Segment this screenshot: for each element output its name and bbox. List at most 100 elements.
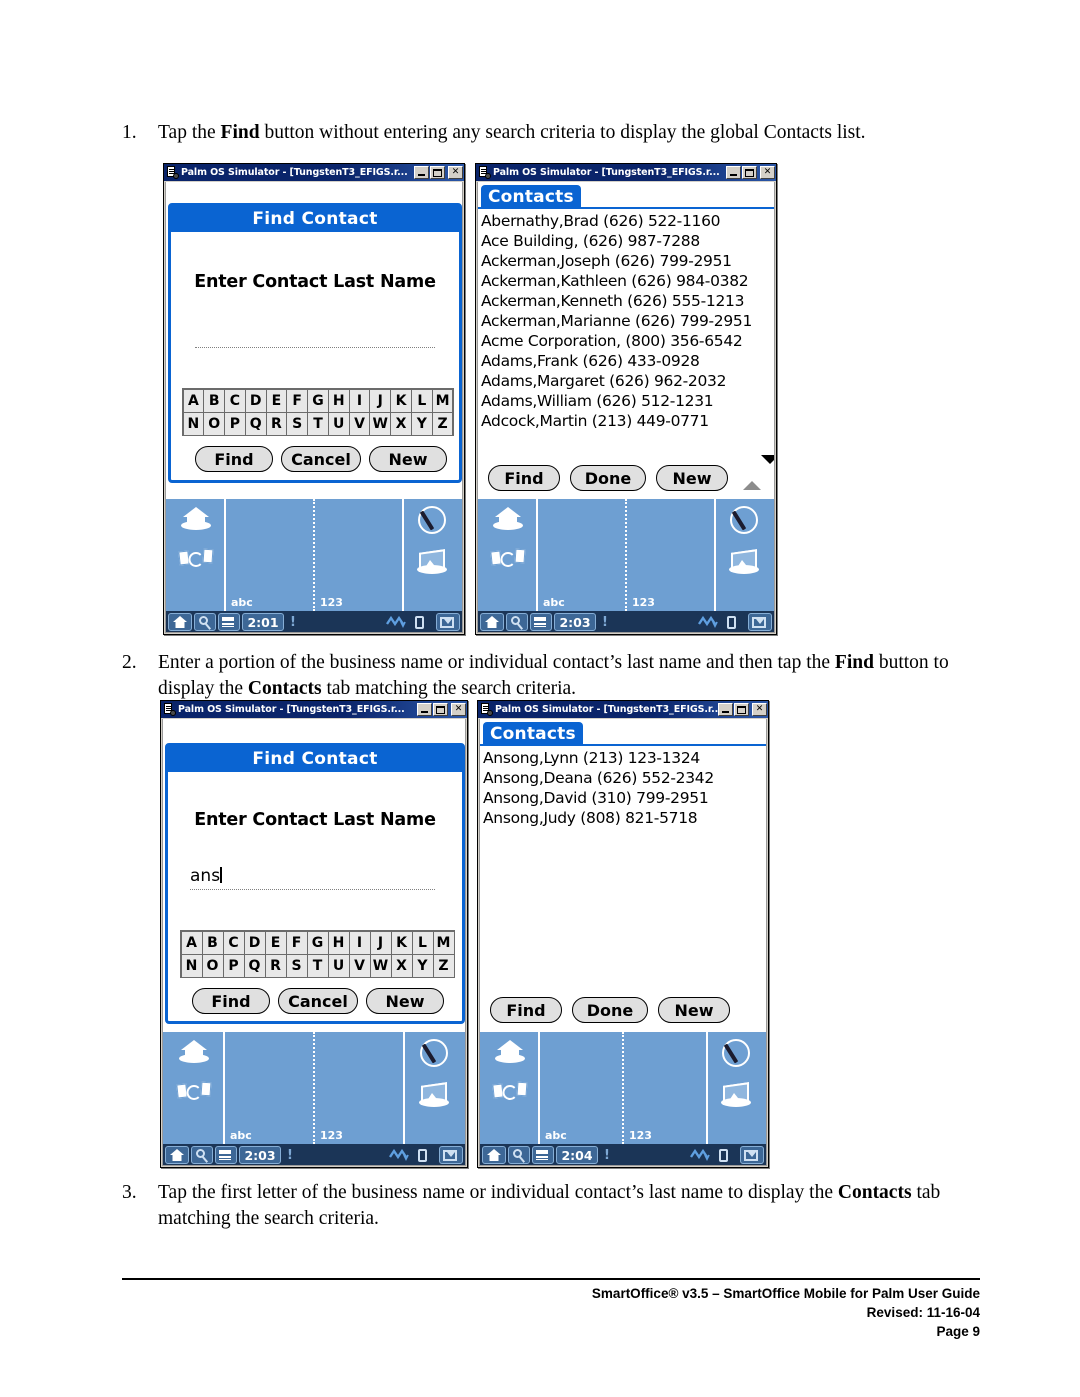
graffiti-left-icons[interactable] — [163, 1032, 225, 1144]
key-b[interactable]: B — [203, 388, 226, 413]
list-scroll-arrows[interactable] — [743, 455, 774, 490]
find-button[interactable]: Find — [195, 446, 273, 472]
stylus-icon[interactable] — [722, 1039, 752, 1069]
sync-icon[interactable] — [490, 548, 526, 569]
status-alert-icon[interactable]: ! — [283, 1146, 297, 1164]
key-v[interactable]: V — [348, 953, 371, 978]
key-y[interactable]: Y — [410, 411, 433, 436]
home-icon[interactable] — [494, 1040, 526, 1064]
key-w[interactable]: W — [369, 411, 392, 436]
contact-row[interactable]: Ackerman,Kenneth (626) 555-1213 — [478, 292, 774, 312]
key-g[interactable]: G — [307, 388, 329, 413]
graffiti-writing-area[interactable]: abc 123 — [226, 499, 402, 611]
graffiti-writing-area[interactable]: abc 123 — [540, 1032, 706, 1144]
contact-row[interactable]: Ackerman,Marianne (626) 799-2951 — [478, 312, 774, 332]
status-alert-icon[interactable]: ! — [598, 613, 612, 631]
key-g[interactable]: G — [306, 930, 329, 955]
graffiti-left-icons[interactable] — [478, 499, 538, 611]
status-home-icon[interactable] — [482, 1146, 506, 1164]
key-i[interactable]: I — [348, 388, 371, 413]
key-b[interactable]: B — [201, 930, 224, 955]
key-p[interactable]: P — [224, 411, 246, 436]
contact-name-input[interactable] — [190, 888, 435, 890]
key-q[interactable]: Q — [244, 411, 267, 436]
graffiti-abc-zone[interactable]: abc — [226, 499, 315, 611]
status-menu-icon[interactable] — [218, 613, 240, 631]
key-v[interactable]: V — [348, 411, 371, 436]
graffiti-number-zone[interactable]: 123 — [315, 499, 402, 611]
close-button[interactable]: ✕ — [760, 166, 775, 179]
maximize-button[interactable] — [742, 166, 757, 179]
contact-row[interactable]: Acme Corporation, (800) 356-6542 — [478, 332, 774, 352]
new-button[interactable]: New — [658, 997, 730, 1023]
contact-name-input[interactable] — [195, 346, 435, 348]
contact-row[interactable]: Abernathy,Brad (626) 522-1160 — [478, 212, 774, 232]
graffiti-left-icons[interactable] — [480, 1032, 540, 1144]
key-l[interactable]: L — [410, 388, 433, 413]
graffiti-abc-zone[interactable]: abc — [225, 1032, 315, 1144]
graffiti-right-icons[interactable] — [402, 499, 462, 611]
key-a[interactable]: A — [180, 930, 203, 955]
status-search-icon[interactable] — [506, 613, 528, 631]
simulator-window-find-typed[interactable]: Palm OS Simulator - [TungstenT3_EFIGS.r.… — [160, 700, 468, 1168]
key-c[interactable]: C — [222, 930, 245, 955]
cancel-button[interactable]: Cancel — [278, 988, 358, 1014]
key-w[interactable]: W — [369, 953, 392, 978]
contacts-list[interactable]: Ansong,Lynn (213) 123-1324 Ansong,Deana … — [480, 749, 766, 829]
graffiti-number-zone[interactable]: 123 — [315, 1032, 403, 1144]
key-m[interactable]: M — [431, 388, 454, 413]
status-menu-icon[interactable] — [530, 613, 552, 631]
key-k[interactable]: K — [390, 388, 412, 413]
key-r[interactable]: R — [265, 411, 288, 436]
new-button[interactable]: New — [369, 446, 447, 472]
key-f[interactable]: F — [285, 930, 308, 955]
key-z[interactable]: Z — [431, 411, 454, 436]
graffiti-right-icons[interactable] — [403, 1032, 465, 1144]
window-controls[interactable]: ✕ — [718, 703, 767, 716]
status-alert-icon[interactable]: ! — [600, 1146, 614, 1164]
find-button[interactable]: Find — [490, 997, 562, 1023]
status-clock[interactable]: 2:03 — [239, 1146, 281, 1164]
find-button[interactable]: Find — [192, 988, 270, 1014]
status-menu-icon[interactable] — [215, 1146, 237, 1164]
window-titlebar[interactable]: Palm OS Simulator - [TungstenT3_EFIGS.r.… — [161, 701, 467, 718]
contact-row[interactable]: Adams,Frank (626) 433-0928 — [478, 352, 774, 372]
status-home-icon[interactable] — [168, 613, 192, 631]
sync-icon[interactable] — [176, 1081, 212, 1102]
graffiti-area[interactable]: abc 123 — [480, 1032, 766, 1144]
contact-row[interactable]: Ace Building, (626) 987-7288 — [478, 232, 774, 252]
key-u[interactable]: U — [327, 953, 350, 978]
contacts-list[interactable]: Abernathy,Brad (626) 522-1160 Ace Buildi… — [478, 212, 774, 432]
window-controls[interactable]: ✕ — [417, 703, 466, 716]
key-n[interactable]: N — [182, 411, 205, 436]
status-inbox-icon[interactable] — [439, 1146, 463, 1164]
alpha-keyboard[interactable]: A B C D E F G H I J K L M N O P Q R S T … — [180, 930, 455, 978]
sync-icon[interactable] — [178, 548, 214, 569]
home-icon[interactable] — [178, 1040, 210, 1064]
graffiti-number-zone[interactable]: 123 — [624, 1032, 706, 1144]
tab-contacts[interactable]: Contacts — [481, 185, 581, 209]
contact-row[interactable]: Ansong,Judy (808) 821-5718 — [480, 809, 766, 829]
key-s[interactable]: S — [286, 411, 309, 436]
photo-frame-icon[interactable] — [721, 1082, 753, 1110]
key-o[interactable]: O — [201, 953, 224, 978]
status-signal-icon[interactable] — [696, 613, 720, 631]
key-h[interactable]: H — [327, 388, 350, 413]
minimize-button[interactable] — [726, 166, 741, 179]
status-signal-icon[interactable] — [384, 613, 408, 631]
contact-row[interactable]: Adcock,Martin (213) 449-0771 — [478, 412, 774, 432]
window-titlebar[interactable]: Palm OS Simulator - [TungstenT3_EFIGS.r.… — [164, 164, 464, 181]
status-device-icon[interactable] — [413, 1146, 437, 1164]
graffiti-right-icons[interactable] — [706, 1032, 766, 1144]
contact-row[interactable]: Ansong,Deana (626) 552-2342 — [480, 769, 766, 789]
key-h[interactable]: H — [327, 930, 350, 955]
window-controls[interactable]: ✕ — [414, 166, 463, 179]
key-o[interactable]: O — [203, 411, 226, 436]
photo-frame-icon[interactable] — [729, 549, 761, 577]
key-l[interactable]: L — [411, 930, 434, 955]
simulator-window-contacts-filtered[interactable]: Palm OS Simulator - [TungstenT3_EFIGS.r.… — [477, 700, 769, 1168]
done-button[interactable]: Done — [570, 465, 646, 491]
status-clock[interactable]: 2:01 — [242, 613, 284, 631]
window-controls[interactable]: ✕ — [726, 166, 775, 179]
simulator-window-contacts-global[interactable]: Palm OS Simulator - [TungstenT3_EFIGS.r.… — [475, 163, 777, 635]
